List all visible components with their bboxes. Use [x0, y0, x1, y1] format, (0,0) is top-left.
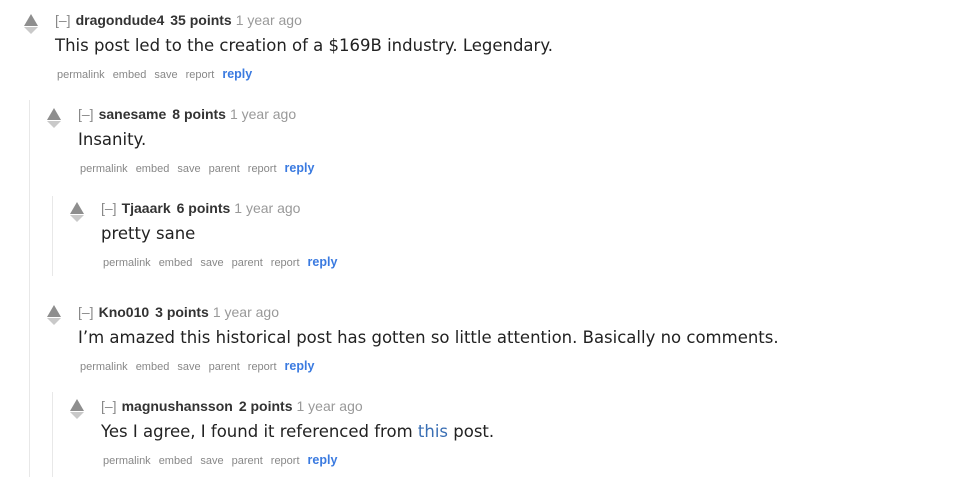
comment-actions: permalink embed save parent report reply [103, 453, 345, 468]
comment-body: This post led to the creation of a $169B… [55, 36, 553, 55]
embed-button[interactable]: embed [136, 361, 170, 373]
save-button[interactable]: save [177, 163, 200, 175]
collapse-toggle[interactable]: [–] [55, 12, 71, 28]
comment-body: pretty sane [101, 224, 196, 243]
save-button[interactable]: save [177, 361, 200, 373]
save-button[interactable]: save [154, 69, 177, 81]
reply-button[interactable]: reply [308, 453, 338, 467]
permalink-button[interactable]: permalink [80, 361, 128, 373]
permalink-button[interactable]: permalink [103, 455, 151, 467]
comment-actions: permalink embed save parent report reply [80, 161, 322, 176]
reply-button[interactable]: reply [285, 359, 315, 373]
parent-button[interactable]: parent [232, 257, 263, 269]
comment-score: 2 points [238, 398, 293, 414]
collapse-toggle[interactable]: [–] [78, 304, 94, 320]
parent-button[interactable]: parent [209, 163, 240, 175]
reply-button[interactable]: reply [308, 255, 338, 269]
parent-button[interactable]: parent [209, 361, 240, 373]
report-button[interactable]: report [271, 455, 300, 467]
comment-body: Yes I agree, I found it referenced from … [101, 422, 494, 442]
comment-time: 1 year ago [296, 398, 363, 414]
downvote-icon[interactable] [70, 412, 84, 419]
comment-score: 8 points [172, 106, 226, 122]
comment-actions: permalink embed save report reply [57, 67, 260, 82]
comment-text: post. [448, 422, 495, 441]
upvote-icon[interactable] [47, 305, 61, 317]
downvote-icon[interactable] [24, 27, 38, 34]
vote-arrows [24, 14, 38, 40]
comment-body: Insanity. [78, 130, 147, 149]
parent-button[interactable]: parent [232, 455, 263, 467]
comment-tagline: [–] Kno010 3 points 1 year ago [78, 304, 279, 320]
reply-button[interactable]: reply [285, 161, 315, 175]
permalink-button[interactable]: permalink [103, 257, 151, 269]
comment-author[interactable]: Tjaaark [122, 200, 171, 216]
vote-arrows [47, 108, 61, 134]
embed-button[interactable]: embed [113, 69, 147, 81]
comment-score: 3 points [155, 304, 209, 320]
vote-arrows [70, 202, 84, 228]
upvote-icon[interactable] [70, 399, 84, 411]
comment-actions: permalink embed save parent report reply [103, 255, 345, 270]
downvote-icon[interactable] [47, 318, 61, 325]
upvote-icon[interactable] [24, 14, 38, 26]
comment-link[interactable]: this [418, 422, 448, 441]
comment-time: 1 year ago [234, 200, 301, 216]
report-button[interactable]: report [248, 163, 277, 175]
upvote-icon[interactable] [70, 202, 84, 214]
comment-author[interactable]: magnushansson [122, 398, 233, 414]
save-button[interactable]: save [200, 455, 223, 467]
thread-line [52, 196, 53, 276]
comment-text: Yes I agree, I found it referenced from [101, 422, 418, 441]
comment-tagline: [–] magnushansson 2 points 1 year ago [101, 398, 363, 414]
embed-button[interactable]: embed [159, 257, 193, 269]
vote-arrows [47, 305, 61, 331]
save-button[interactable]: save [200, 257, 223, 269]
upvote-icon[interactable] [47, 108, 61, 120]
collapse-toggle[interactable]: [–] [78, 106, 94, 122]
downvote-icon[interactable] [70, 215, 84, 222]
permalink-button[interactable]: permalink [57, 69, 105, 81]
downvote-icon[interactable] [47, 121, 61, 128]
comment-body: I’m amazed this historical post has gott… [78, 328, 779, 347]
reply-button[interactable]: reply [222, 67, 252, 81]
vote-arrows [70, 399, 84, 425]
comment-score: 6 points [176, 200, 231, 216]
comment-author[interactable]: Kno010 [99, 304, 150, 320]
collapse-toggle[interactable]: [–] [101, 200, 117, 216]
comment-tagline: [–] dragondude4 35 points 1 year ago [55, 12, 302, 28]
comment-actions: permalink embed save parent report reply [80, 359, 322, 374]
comment-score: 35 points [170, 12, 232, 28]
thread-line [29, 100, 30, 477]
comment-time: 1 year ago [235, 12, 302, 28]
collapse-toggle[interactable]: [–] [101, 398, 117, 414]
comment-author[interactable]: sanesame [99, 106, 167, 122]
embed-button[interactable]: embed [159, 455, 193, 467]
comment-tagline: [–] sanesame 8 points 1 year ago [78, 106, 296, 122]
comment-author[interactable]: dragondude4 [76, 12, 165, 28]
comment-time: 1 year ago [212, 304, 279, 320]
report-button[interactable]: report [248, 361, 277, 373]
permalink-button[interactable]: permalink [80, 163, 128, 175]
report-button[interactable]: report [186, 69, 215, 81]
comment-tagline: [–] Tjaaark 6 points 1 year ago [101, 200, 300, 216]
report-button[interactable]: report [271, 257, 300, 269]
comment-time: 1 year ago [229, 106, 297, 122]
thread-line [52, 392, 53, 477]
embed-button[interactable]: embed [136, 163, 170, 175]
